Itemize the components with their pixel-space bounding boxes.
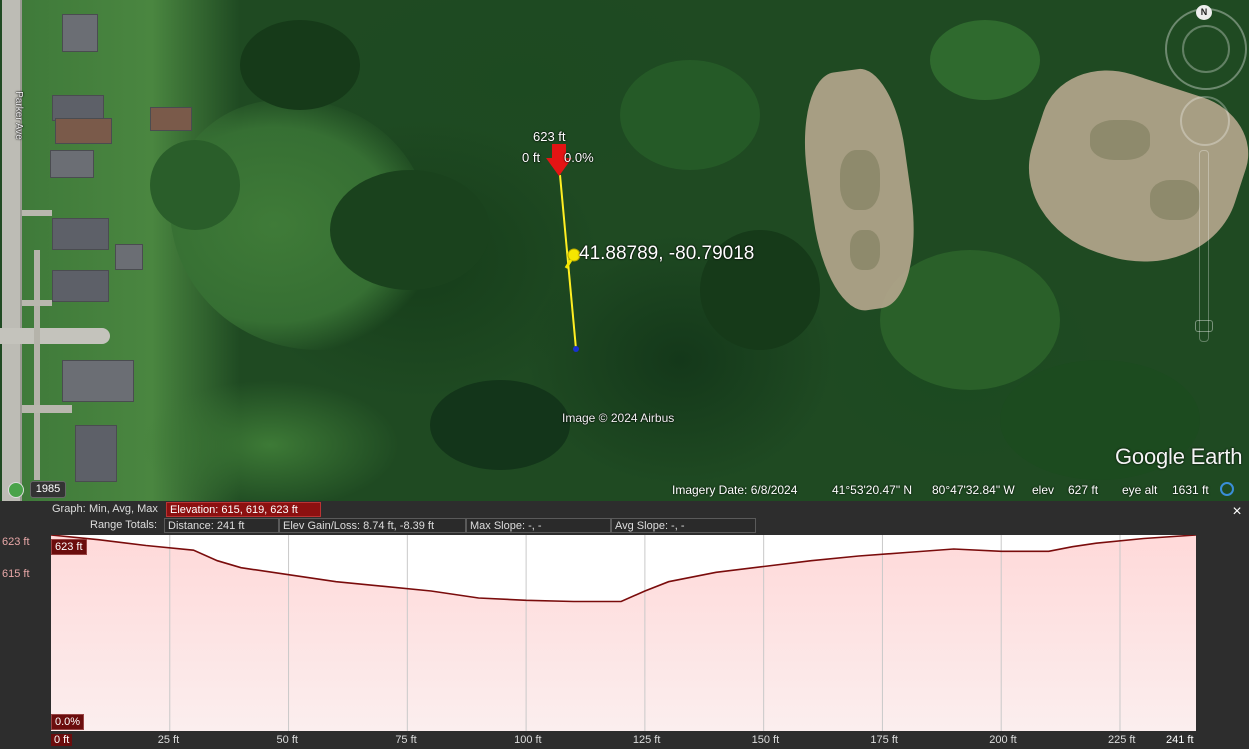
distance-stat: Distance: 241 ft xyxy=(164,518,279,533)
close-button[interactable]: × xyxy=(1228,503,1246,521)
eye-alt-value: 1631 ft xyxy=(1172,483,1209,497)
range-totals-label: Range Totals: xyxy=(90,519,158,531)
imagery-date: Imagery Date: 6/8/2024 xyxy=(672,483,798,497)
placemark-coordinates-label[interactable]: 41.88789, -80.79018 xyxy=(579,243,754,265)
y-axis-top-label: 623 ft xyxy=(2,536,30,548)
elev-gain-loss-stat: Elev Gain/Loss: 8.74 ft, -8.39 ft xyxy=(279,518,466,533)
x-tick-label: 150 ft xyxy=(751,734,780,746)
pointer-distance-label: 0 ft xyxy=(522,150,541,165)
max-slope-stat: Max Slope: -, - xyxy=(466,518,611,533)
x-tick-label: 200 ft xyxy=(989,734,1017,746)
image-credit: Image © 2024 Airbus xyxy=(562,411,675,425)
longitude-readout: 80°47'32.84" W xyxy=(932,483,1015,497)
zoom-slider[interactable] xyxy=(1199,150,1209,342)
x-tick-label: 75 ft xyxy=(395,734,417,746)
elevation-chart[interactable] xyxy=(51,535,1196,731)
status-indicator-icon[interactable] xyxy=(1220,482,1234,496)
compass-inner-ring[interactable] xyxy=(1182,25,1230,73)
x-tick-label: 241 ft xyxy=(1166,734,1194,746)
pointer-slope-label: 0.0% xyxy=(564,150,594,165)
x-tick-label: 0 ft xyxy=(51,734,73,746)
graph-mode[interactable]: Min, Avg, Max xyxy=(86,502,166,517)
start-elevation-badge: 623 ft xyxy=(51,539,87,555)
status-bar: Imagery Date: 6/8/2024 41°53'20.47" N 80… xyxy=(0,481,1249,501)
latitude-readout: 41°53'20.47" N xyxy=(832,483,913,497)
elev-value: 627 ft xyxy=(1068,483,1099,497)
y-axis-bottom-label: 615 ft xyxy=(2,568,30,580)
x-tick-label: 125 ft xyxy=(632,734,661,746)
elevation-stat: Elevation: 615, 619, 623 ft xyxy=(166,502,321,517)
elevation-profile-panel: × Graph: Min, Avg, Max Elevation: 615, 6… xyxy=(0,501,1249,749)
x-tick-label: 25 ft xyxy=(157,734,180,746)
pointer-elevation-label: 623 ft xyxy=(533,129,566,144)
zoom-slider-knob[interactable] xyxy=(1195,320,1213,332)
x-tick-label: 225 ft xyxy=(1107,734,1136,746)
north-icon[interactable]: N xyxy=(1196,5,1212,20)
start-slope-badge: 0.0% xyxy=(51,714,85,730)
elev-label: elev xyxy=(1032,483,1055,497)
x-tick-label: 100 ft xyxy=(514,734,542,746)
x-tick-label: 175 ft xyxy=(870,734,898,746)
avg-slope-stat: Avg Slope: -, - xyxy=(611,518,756,533)
eye-alt-label: eye alt xyxy=(1122,483,1158,497)
google-earth-logo: Google Earth xyxy=(1115,444,1243,469)
satellite-map[interactable]: Parker Ave 623 ft 0 ft 0.0% 41.88789, -8… xyxy=(0,0,1249,501)
look-control[interactable] xyxy=(1180,96,1230,146)
x-tick-label: 50 ft xyxy=(276,734,298,746)
path-endpoint xyxy=(573,346,579,352)
